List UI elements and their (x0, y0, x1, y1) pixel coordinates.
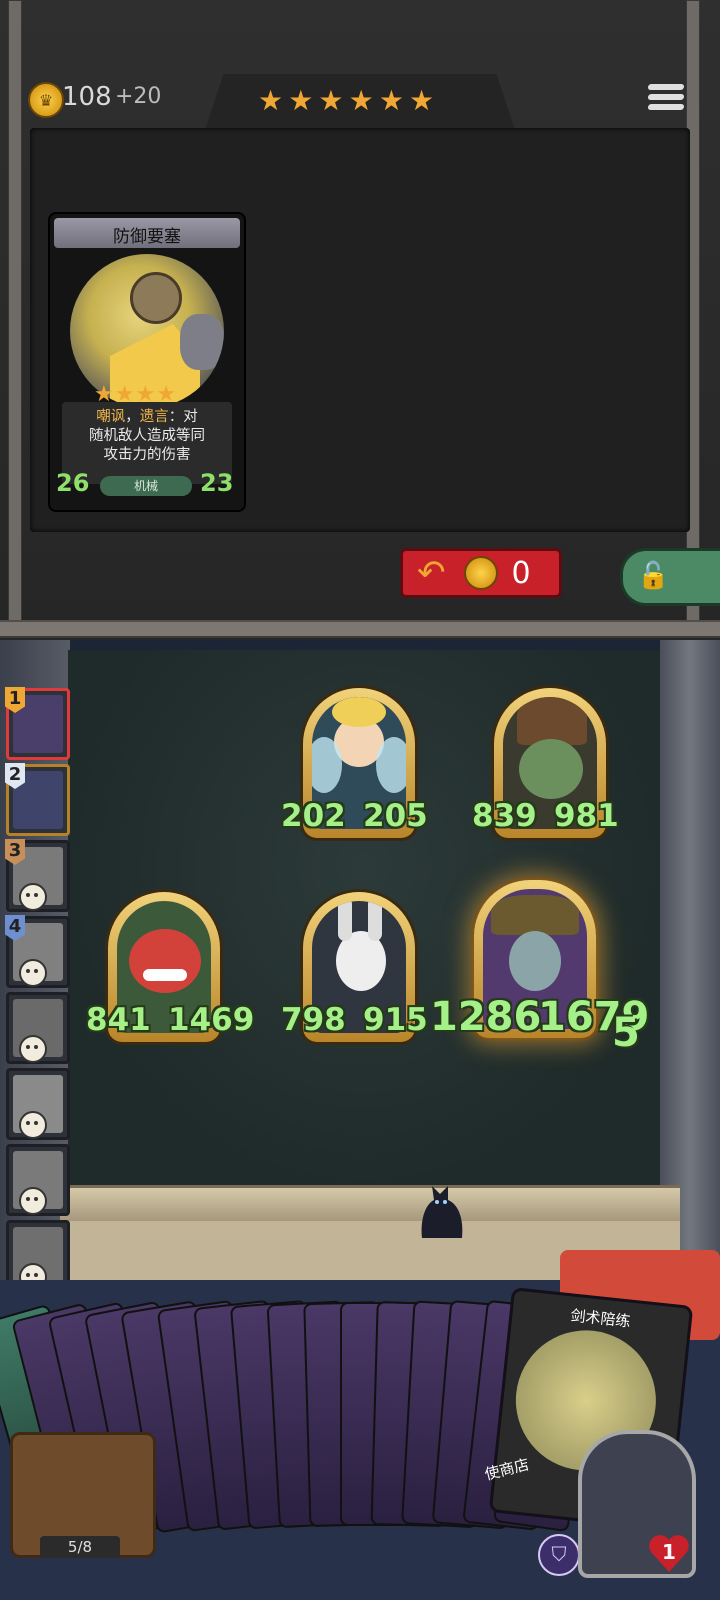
freeze-button[interactable]: 🔓 (620, 548, 720, 606)
keyword-taunt: 嘲讽 (96, 409, 126, 425)
opponent-entry[interactable]: 2 (5, 763, 70, 836)
card-tribe: 机械 (100, 476, 192, 496)
refresh-icon: ↶ (417, 553, 446, 593)
witch-hat (491, 895, 579, 935)
fairy-hair (332, 697, 386, 727)
card-attack: 26 (56, 469, 90, 497)
fairy-wing (376, 737, 406, 793)
skull-icon (19, 883, 47, 911)
gold-coin-icon (463, 556, 498, 590)
lock-icon: 🔓 (637, 561, 670, 591)
keyword-deathrattle: 遗言 (139, 409, 169, 425)
refresh-button[interactable]: ↶ 0 (400, 548, 562, 598)
skull-icon (19, 959, 47, 987)
opponent-entry[interactable] (6, 1144, 70, 1216)
robot-head (130, 272, 182, 324)
warband-minion[interactable]: 839 981 (472, 688, 619, 838)
imp-face (129, 929, 201, 993)
minion-health: 915 (363, 1002, 428, 1038)
desc-line: 随机敌人造成等同 (89, 428, 205, 444)
minion-health: 205 (363, 798, 428, 834)
shop-rail-left (8, 0, 22, 632)
robot-arm (180, 314, 224, 370)
star-icon: ★ (348, 84, 374, 117)
minion-attack: 798 (281, 1002, 346, 1038)
warband-minion[interactable]: 1286 1679 (430, 880, 649, 1040)
star-icon: ★ (258, 84, 284, 117)
witch-face (509, 931, 561, 991)
gold-coin-icon: ♛ (28, 82, 64, 118)
minion-attack: 839 (472, 798, 537, 834)
board-ledge (60, 1185, 680, 1224)
rabbit-ear (338, 901, 352, 941)
armor-shield-icon: ⛉ (538, 1534, 580, 1576)
gold-income: +20 (115, 84, 162, 109)
star-icon: ★ (378, 84, 404, 117)
opponent-entry[interactable]: 3 (5, 839, 70, 912)
minion-health: 981 (554, 798, 619, 834)
card-title: 防御要塞 (113, 227, 181, 247)
desc-line: 攻击力的伤害 (103, 447, 191, 463)
goblin-hat (517, 697, 587, 745)
desc-sep: ， (125, 409, 140, 425)
floating-stat-number: 5 (612, 1010, 640, 1056)
opponent-entry[interactable] (6, 992, 70, 1064)
menu-icon[interactable] (647, 84, 685, 118)
warband-minion[interactable]: 841 1469 (86, 892, 254, 1042)
warband-minion[interactable]: 202 205 (281, 688, 428, 838)
star-icon: ★ (409, 84, 435, 117)
skull-icon (19, 1111, 47, 1139)
skull-icon (19, 1035, 47, 1063)
minion-attack: 841 (86, 1002, 151, 1038)
refresh-cost: 0 (511, 555, 531, 591)
opponent-entry[interactable]: 1 (5, 687, 70, 760)
minion-attack: 202 (281, 798, 346, 834)
minion-attack: 1286 (430, 994, 542, 1040)
black-cat-icon (421, 1186, 463, 1238)
rabbit-ear (368, 901, 382, 941)
minion-health: 1469 (168, 1002, 255, 1038)
tavern-tier-stars: ★ ★ ★ ★ ★ ★ (258, 84, 434, 117)
shop-minion-card[interactable]: 防御要塞 ★★★★ 嘲讽，遗言：对 随机敌人造成等同 攻击力的伤害 26 机械 … (48, 212, 246, 512)
hand-count: 5/8 (40, 1536, 120, 1558)
warband-minion[interactable]: 798 915 (281, 892, 428, 1042)
gold-amount: 108 (62, 82, 112, 112)
opponent-entry[interactable] (6, 1068, 70, 1140)
shop-bottom-frame (0, 620, 720, 638)
card-health: 23 (200, 469, 234, 497)
board-frame-right (660, 640, 720, 1270)
goblin-face (519, 739, 583, 799)
desc-text: ：对 (168, 409, 198, 425)
skull-icon (19, 1187, 47, 1215)
star-icon: ★ (318, 84, 344, 117)
opponent-entry[interactable]: 4 (5, 915, 70, 988)
shop-panel: ♛ 108 +20 ★ ★ ★ ★ ★ ★ 防御要塞 ★★★★ 嘲讽，遗言：对 … (0, 0, 720, 640)
imp-grin (143, 969, 187, 981)
star-icon: ★ (288, 84, 314, 117)
